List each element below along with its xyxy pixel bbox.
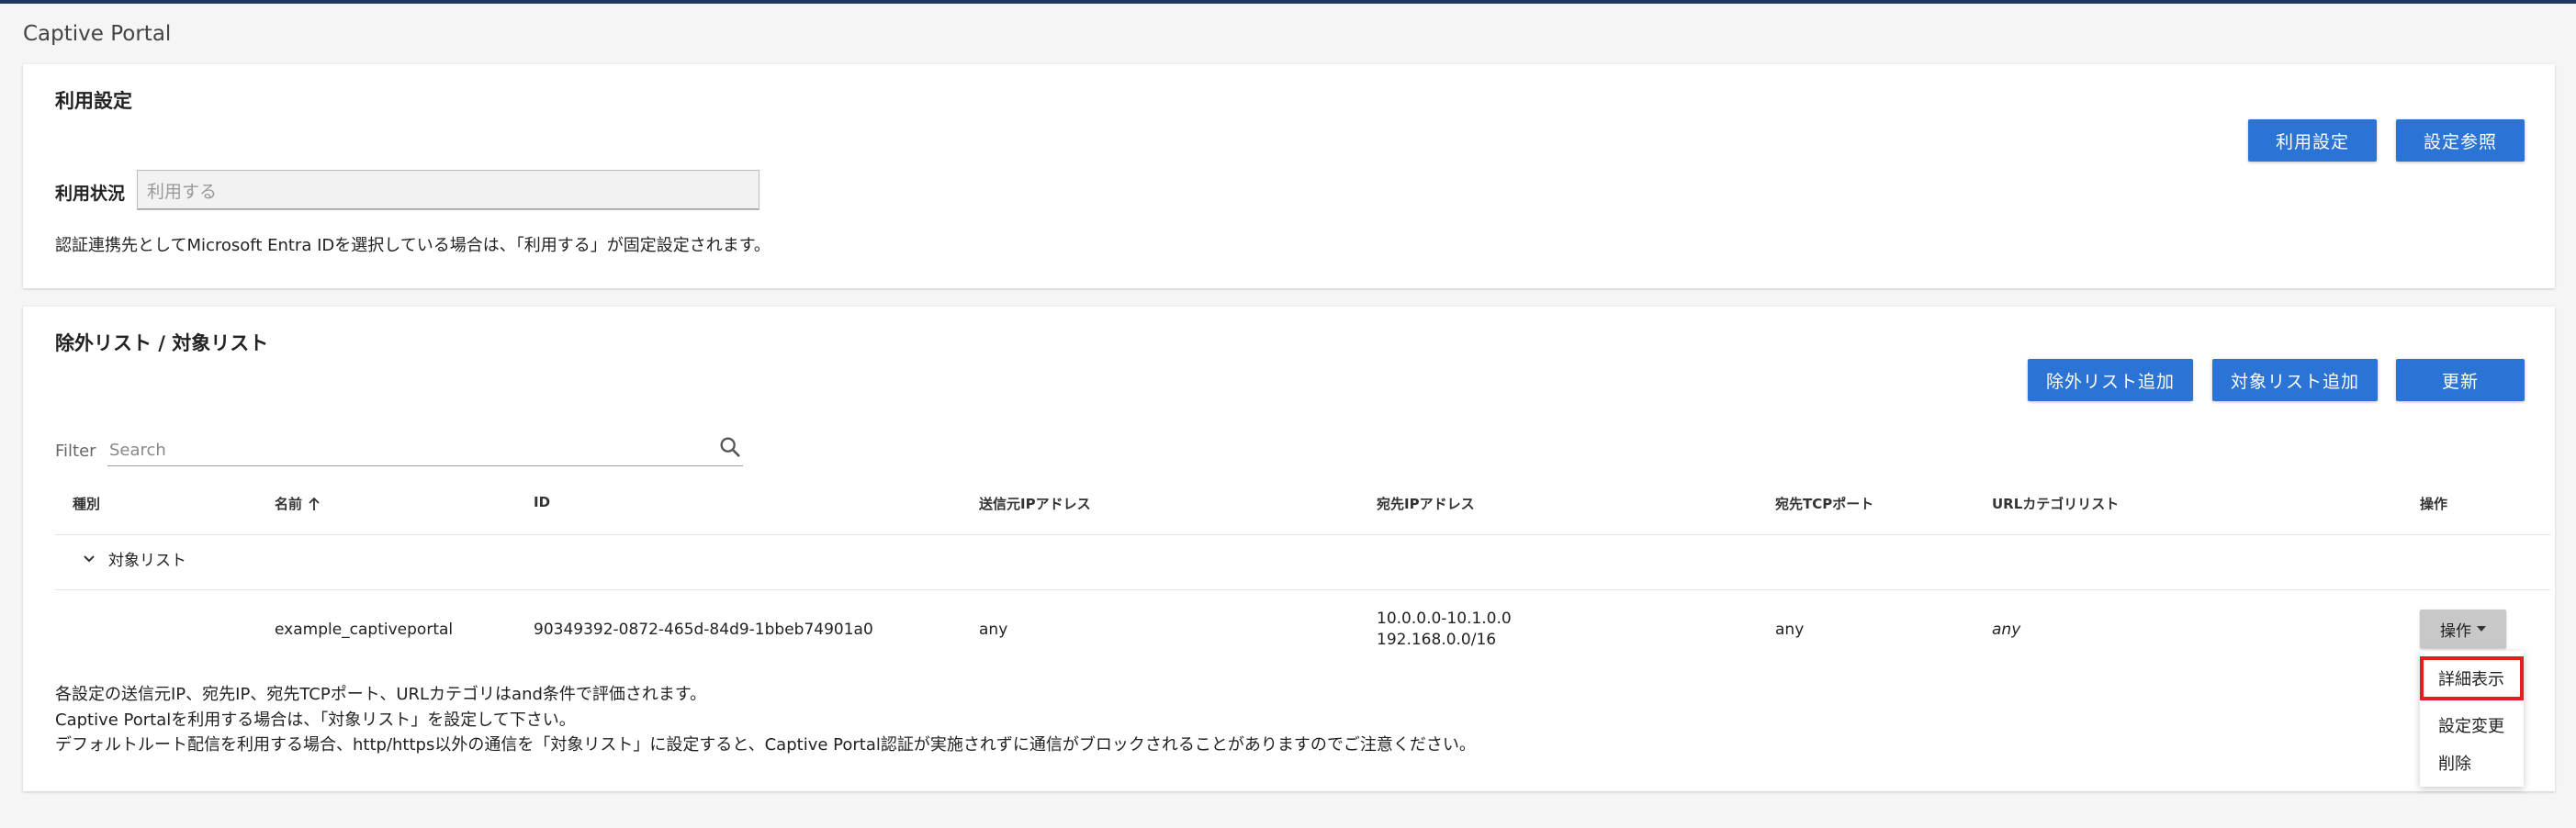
cell-src-ip: any [979,621,1008,639]
search-field [107,431,743,466]
group-row-target-list[interactable]: 対象リスト [83,547,186,570]
cell-dst-tcp-port: any [1775,621,1805,639]
menu-item-view-details[interactable]: 詳細表示 [2420,656,2524,700]
chevron-down-icon[interactable] [83,554,96,564]
list-section-title: 除外リスト / 対象リスト [55,332,269,354]
row-actions-menu: 詳細表示 設定変更 削除 [2420,651,2524,787]
add-exclusion-list-button[interactable]: 除外リスト追加 [2028,359,2193,401]
cell-dst-ip-1: 10.0.0.0-10.1.0.0 [1377,610,1512,628]
view-settings-button[interactable]: 設定参照 [2396,119,2525,162]
list-card: 除外リスト / 対象リスト 除外リスト追加 対象リスト追加 更新 Filter … [23,307,2555,791]
table-divider [55,534,2550,535]
column-header-actions: 操作 [2420,496,2448,512]
column-header-dst-tcp-port[interactable]: 宛先TCPポート [1775,494,1873,513]
row-actions-button[interactable]: 操作 [2420,610,2506,648]
table-divider [55,589,2550,590]
group-label: 対象リスト [108,552,186,570]
column-header-src-ip[interactable]: 送信元IPアドレス [979,494,1091,513]
app-title: Captive Portal [23,22,172,46]
column-header-name-label: 名前 [275,496,303,512]
list-note-2: Captive Portalを利用する場合は、「対象リスト」を設定して下さい。 [55,711,576,730]
row-actions-label: 操作 [2440,621,2471,641]
cell-url-category-list: any [1992,621,2021,639]
usage-setting-button[interactable]: 利用設定 [2248,119,2377,162]
sort-ascending-icon [309,497,320,510]
filter-label: Filter [55,442,96,461]
search-icon[interactable] [717,434,743,460]
column-header-dst-ip[interactable]: 宛先IPアドレス [1377,494,1475,513]
search-input[interactable] [107,436,681,464]
cell-id: 90349392-0872-465d-84d9-1bbeb74901a0 [534,621,873,639]
list-note-3: デフォルトルート配信を利用する場合、http/https以外の通信を「対象リスト… [55,735,1476,755]
column-header-name[interactable]: 名前 [275,494,321,513]
usage-settings-card: 利用設定 利用設定 設定参照 利用状況 利用する 認証連携先としてMicroso… [23,64,2555,288]
usage-status-field: 利用する [137,170,759,210]
add-target-list-button[interactable]: 対象リスト追加 [2212,359,2378,401]
refresh-button[interactable]: 更新 [2396,359,2525,401]
list-note-1: 各設定の送信元IP、宛先IP、宛先TCPポート、URLカテゴリはand条件で評価… [55,685,707,704]
cell-name: example_captiveportal [275,621,454,639]
column-header-url-category-list[interactable]: URLカテゴリリスト [1992,494,2119,513]
column-header-id[interactable]: ID [534,494,550,510]
usage-note: 認証連携先としてMicrosoft Entra IDを選択している場合は、「利用… [55,236,771,255]
usage-status-label: 利用状況 [55,184,126,204]
cell-dst-ip-2: 192.168.0.0/16 [1377,631,1497,649]
menu-item-delete[interactable]: 削除 [2420,741,2524,785]
usage-settings-title: 利用設定 [55,90,132,112]
caret-down-icon [2477,626,2486,632]
column-header-type[interactable]: 種別 [73,494,100,513]
